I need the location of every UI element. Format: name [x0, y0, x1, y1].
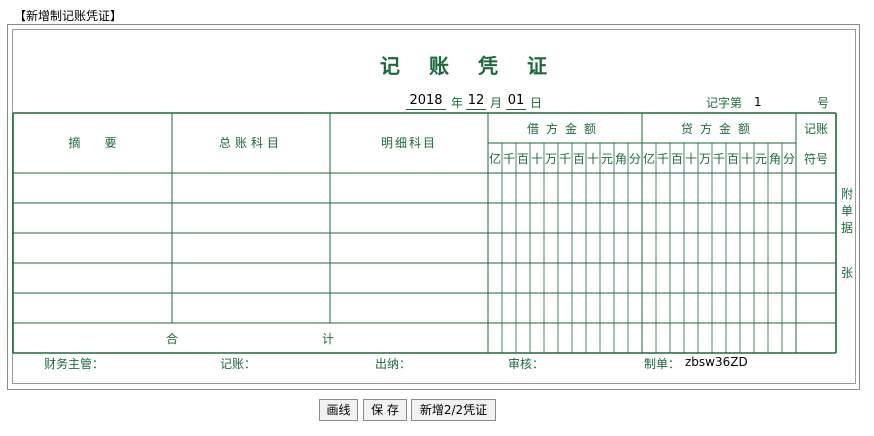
debit-digit-label: 万 — [545, 152, 557, 166]
debit-digit-label: 十 — [587, 152, 599, 166]
credit-digit-label: 百 — [727, 152, 739, 166]
sig-auditor-label: 审核： — [508, 357, 545, 371]
attachment-label: 附单据 — [841, 187, 854, 235]
col-header-mark-top: 记账 — [804, 122, 828, 136]
credit-digit-label: 元 — [755, 152, 767, 166]
new-voucher-button[interactable]: 新增2/2凭证 — [411, 399, 496, 421]
col-header-credit: 贷方金额 — [681, 121, 757, 136]
sig-bookkeeper-label: 记账： — [220, 357, 257, 371]
debit-digit-label: 分 — [629, 152, 641, 166]
credit-digit-label: 千 — [713, 152, 725, 166]
credit-digit-label: 千 — [657, 152, 669, 166]
total-label-he: 合 — [166, 331, 178, 346]
save-button[interactable]: 保 存 — [363, 399, 407, 421]
credit-digit-label: 分 — [783, 152, 795, 166]
credit-digit-label: 十 — [685, 152, 697, 166]
sig-cashier-label: 出纳： — [375, 357, 412, 371]
debit-digit-label: 亿 — [489, 151, 501, 166]
debit-digit-label: 元 — [601, 152, 613, 166]
debit-digit-label: 千 — [503, 152, 515, 166]
debit-digit-label: 角 — [615, 152, 627, 166]
draw-line-button[interactable]: 画线 — [319, 399, 358, 421]
col-header-debit: 借方金额 — [527, 121, 603, 136]
credit-digit-label: 十 — [741, 152, 753, 166]
sig-manager-label: 财务主管： — [44, 357, 105, 371]
credit-digit-label: 角 — [769, 152, 781, 166]
col-header-summary: 摘 要 — [68, 135, 116, 150]
voucher-table: 亿亿千 千百 百十 十万 万千 千百 百十 十元 元角 角分 分摘 要总账科目 明细科目借方金额 贷方金… — [12, 112, 837, 354]
debit-digit-label: 十 — [531, 152, 543, 166]
debit-digit-label: 百 — [517, 152, 529, 166]
credit-digit-label: 亿 — [643, 151, 655, 166]
total-label-ji: 计 — [322, 332, 334, 346]
col-header-account: 总账科目 — [219, 136, 283, 150]
debit-digit-label: 千 — [559, 152, 571, 166]
sig-maker-value: zbsw36ZD — [685, 355, 748, 369]
attachment-unit: 张 — [841, 266, 854, 280]
debit-digit-label: 百 — [573, 152, 585, 166]
sig-maker-label: 制单： — [644, 357, 681, 371]
credit-digit-label: 万 — [699, 152, 711, 166]
col-header-mark-bottom: 符号 — [804, 151, 828, 166]
credit-digit-label: 百 — [671, 152, 683, 166]
col-header-detail: 明细科目 — [381, 136, 437, 150]
